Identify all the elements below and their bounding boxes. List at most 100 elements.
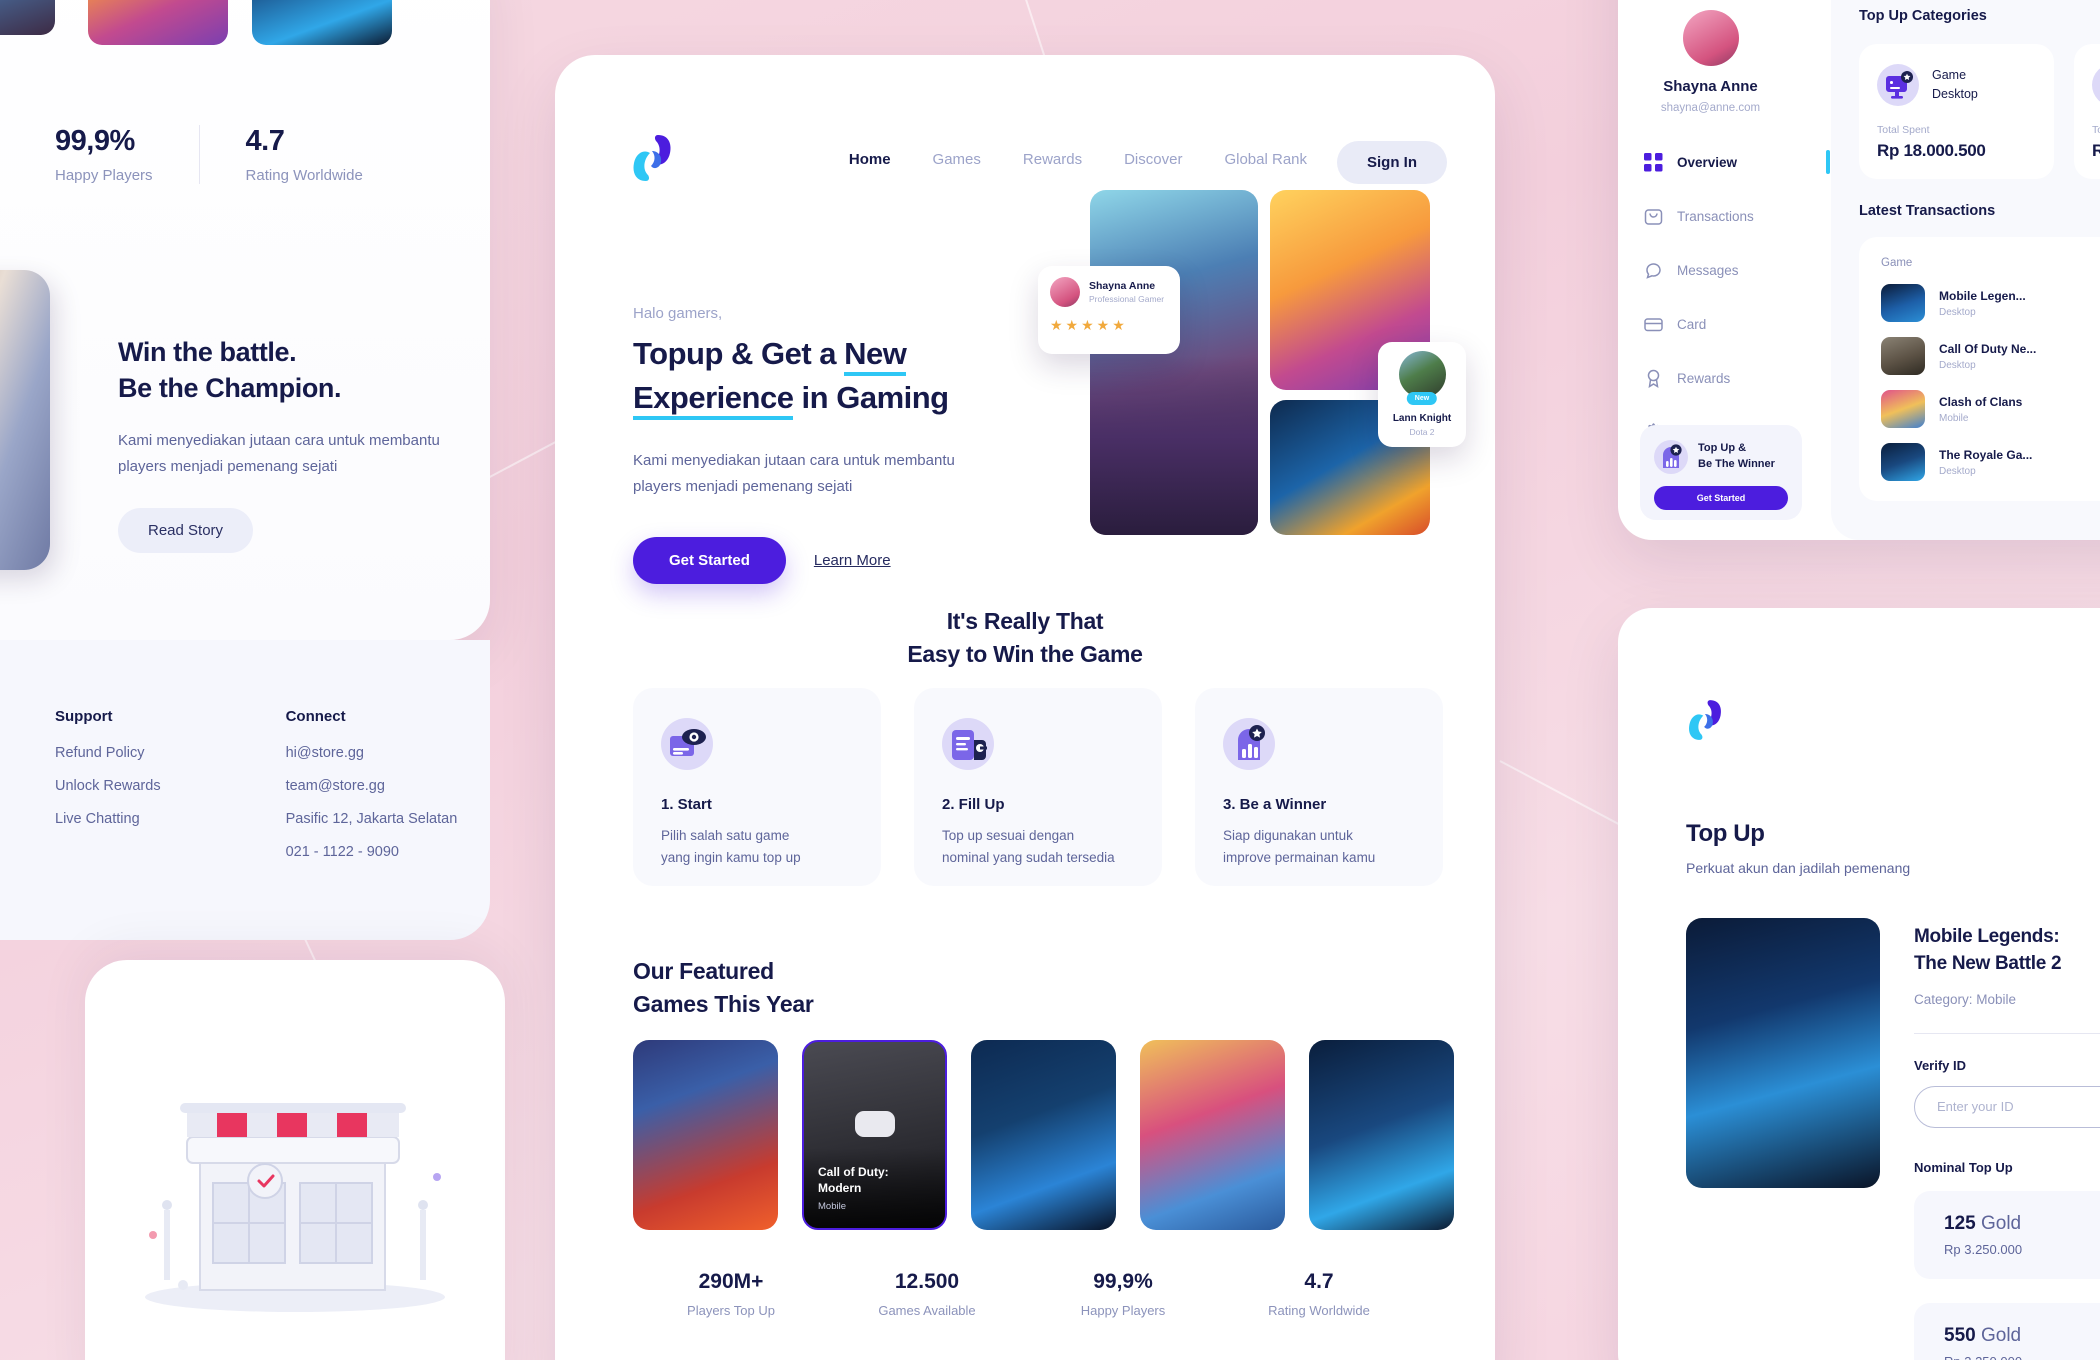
promo-get-started-button[interactable]: Get Started xyxy=(1654,486,1788,510)
footer-link[interactable]: team@store.gg xyxy=(286,778,458,794)
category-spent-label: Total Spent xyxy=(1877,124,1930,136)
featured-title-line1: Our Featured xyxy=(633,958,774,984)
avatar xyxy=(1682,10,1739,66)
topup-game-name: Mobile Legends: The New Battle 2 xyxy=(1914,924,2100,978)
table-row[interactable]: The Royale Ga... Desktop xyxy=(1881,443,2100,481)
nominal-price: Rp 3.250.000 xyxy=(1944,1354,2100,1360)
footer-link[interactable]: hi@store.gg xyxy=(286,745,458,761)
game-thumbnail xyxy=(1881,284,1925,322)
footer-link[interactable]: Live Chatting xyxy=(55,811,161,827)
footer-column-title: Connect xyxy=(285,708,346,725)
promo-card: Top Up & Be The Winner Get Started xyxy=(1640,425,1802,520)
collage-tile-football xyxy=(1090,190,1258,535)
sign-in-button[interactable]: Sign In xyxy=(1337,141,1447,184)
game-thumbnail xyxy=(1881,390,1925,428)
rating-stars: ★★★★★ xyxy=(1050,317,1128,333)
footer-link: Pasific 12, Jakarta Selatan xyxy=(285,811,458,827)
game-card[interactable] xyxy=(633,1040,778,1230)
sidebar-item-messages[interactable]: Messages xyxy=(1644,250,1804,290)
eye-game-icon xyxy=(661,718,713,770)
category-card[interactable]: Game Mobile Total Spent Rp 12.400.000 xyxy=(2074,44,2100,179)
learn-more-link[interactable]: Learn More xyxy=(814,552,891,569)
latest-transactions-title: Latest Transactions xyxy=(1859,203,1996,219)
brand-logo-icon[interactable] xyxy=(1686,698,1724,742)
desktop-game-icon xyxy=(1877,64,1919,106)
hero-title-highlight2: Experience xyxy=(633,380,794,421)
nav-link-global-rank[interactable]: Global Rank xyxy=(1224,151,1307,168)
table-row[interactable]: Mobile Legen... Desktop xyxy=(1881,284,2100,322)
steps-title-line1: It's Really That xyxy=(946,608,1104,634)
game-card[interactable] xyxy=(1309,1040,1454,1230)
shop-illustration-card xyxy=(85,960,505,1360)
steps-title-line2: Easy to Win the Game xyxy=(907,641,1143,668)
game-artwork xyxy=(1686,918,1880,1188)
category-spent-value: Rp 18.000.500 xyxy=(1877,141,1986,160)
collage-strip-tile xyxy=(252,0,392,45)
hero-subtitle: Kami menyediakan jutaan cara untuk memba… xyxy=(633,452,955,495)
footer-link[interactable]: Unlock Rewards xyxy=(55,778,161,794)
step-desc-line1: Top up sesuai dengan xyxy=(942,828,1075,843)
dashboard-user-name: Shayna Anne xyxy=(1663,78,1758,95)
hero-buttons: Get Started Learn More xyxy=(633,537,1003,585)
step-desc-line2: improve permainan kamu xyxy=(1223,850,1376,866)
steps-section-title: It's Really That Easy to Win the Game xyxy=(555,605,1495,672)
step-desc: Pilih salah satu game yang ingin kamu to… xyxy=(661,825,853,870)
featured-title-line2: Games This Year xyxy=(633,991,814,1018)
footer-columns: Support Refund Policy Unlock Rewards Liv… xyxy=(55,708,457,877)
new-badge: New xyxy=(1406,392,1438,405)
gamepad-icon xyxy=(854,1110,895,1137)
footer-column-connect: Connect hi@store.gg team@store.gg Pasifi… xyxy=(286,708,458,877)
brand-logo-icon[interactable] xyxy=(630,133,674,183)
game-card[interactable] xyxy=(1140,1040,1285,1230)
nominal-option[interactable]: 125 Gold Rp 3.250.000 xyxy=(1914,1190,2100,1279)
table-row[interactable]: Call Of Duty Ne... Desktop xyxy=(1881,337,2100,375)
nominal-amount-value: 550 xyxy=(1944,1324,1976,1346)
screenshot-stage: 99,9% Happy Players 4.7 Rating Worldwide… xyxy=(0,0,2100,1360)
sidebar-item-rewards[interactable]: Rewards xyxy=(1644,358,1804,398)
nav-link-discover[interactable]: Discover xyxy=(1124,151,1182,168)
step-card-fillup[interactable]: 2. Fill Up Top up sesuai dengan nominal … xyxy=(914,688,1162,886)
topup-game-name-line1: Mobile Legends: xyxy=(1914,926,2060,947)
nav-link-home[interactable]: Home xyxy=(849,151,891,168)
game-card[interactable] xyxy=(971,1040,1116,1230)
transaction-platform: Desktop xyxy=(1939,465,1976,477)
verify-id-input[interactable]: Enter your ID xyxy=(1914,1085,2100,1128)
sidebar-item-label: Transactions xyxy=(1677,208,1754,224)
nav-link-games[interactable]: Games xyxy=(933,151,981,168)
nominal-option[interactable]: 550 Gold Rp 3.250.000 xyxy=(1914,1302,2100,1360)
stat-value: 4.7 xyxy=(245,125,285,157)
bottom-stat-value: 99,9% xyxy=(1093,1270,1153,1293)
sidebar-item-label: Rewards xyxy=(1677,370,1731,386)
category-card[interactable]: Game Desktop Total Spent Rp 18.000.500 xyxy=(1859,44,2054,179)
footer-link[interactable]: Refund Policy xyxy=(55,745,161,761)
topup-title: Top Up xyxy=(1686,820,1765,847)
sidebar-item-label: Overview xyxy=(1677,154,1738,170)
sidebar-item-label: Card xyxy=(1677,316,1707,332)
left-stat: 4.7 Rating Worldwide xyxy=(198,125,409,184)
hero-title: Topup & Get a New Experience in Gaming xyxy=(633,332,1003,421)
category-name-line2: Desktop xyxy=(1932,87,1978,101)
table-row[interactable]: Clash of Clans Mobile xyxy=(1881,390,2100,428)
nominal-amount: 125 Gold xyxy=(1944,1213,2100,1235)
dashboard-panel: Shayna Anne shayna@anne.com Overview Tra… xyxy=(1618,0,2100,540)
nav-link-rewards[interactable]: Rewards xyxy=(1023,151,1082,168)
rating-card-role: Professional Gamer xyxy=(1089,294,1165,304)
storefront-illustration xyxy=(145,1103,445,1312)
sidebar-item-overview[interactable]: Overview xyxy=(1644,142,1830,182)
nominal-amount-value: 125 xyxy=(1944,1212,1976,1234)
left-story-panel: 99,9% Happy Players 4.7 Rating Worldwide… xyxy=(0,0,490,640)
sidebar-item-transactions[interactable]: Transactions xyxy=(1644,196,1804,236)
step-card-start[interactable]: 1. Start Pilih salah satu game yang ingi… xyxy=(633,688,881,886)
trophy-chart-icon xyxy=(1654,440,1688,474)
step-card-winner[interactable]: 3. Be a Winner Siap digunakan untuk impr… xyxy=(1195,688,1443,886)
dashboard-user-email: shayna@anne.com xyxy=(1660,102,1761,114)
read-story-button[interactable]: Read Story xyxy=(118,507,254,553)
get-started-button[interactable]: Get Started xyxy=(633,537,786,585)
left-footer-panel: Support Refund Policy Unlock Rewards Liv… xyxy=(0,640,490,940)
sidebar-item-card[interactable]: Card xyxy=(1644,304,1804,344)
collage-strip-tile xyxy=(88,0,228,45)
game-card-selected[interactable]: Call of Duty: Modern Mobile xyxy=(802,1040,947,1230)
rating-card-name: Shayna Anne xyxy=(1089,280,1156,292)
bottom-stat-label: Happy Players xyxy=(1080,1303,1166,1318)
stat-label: Happy Players xyxy=(55,167,153,184)
